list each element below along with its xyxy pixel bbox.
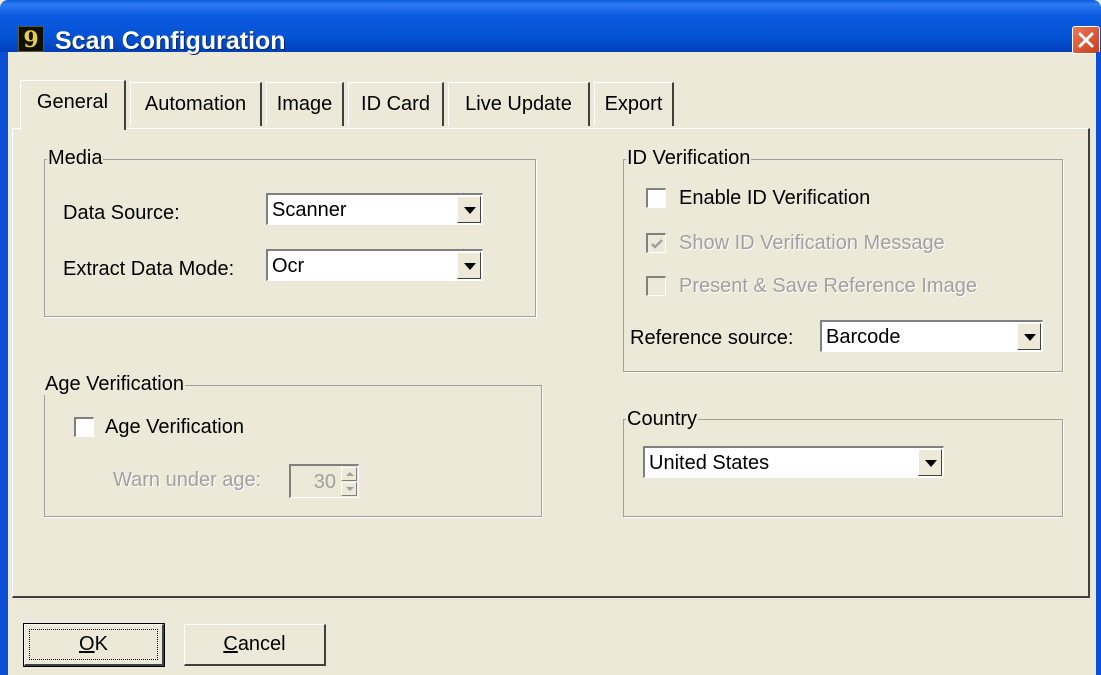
tab-id-card[interactable]: ID Card: [348, 82, 444, 126]
extract-data-mode-label: Extract Data Mode:: [63, 258, 235, 280]
enable-id-verification-checkbox[interactable]: [646, 188, 666, 208]
media-group: [44, 159, 536, 317]
title-bar[interactable]: 9 Scan Configuration: [0, 0, 1101, 55]
tab-general[interactable]: General: [20, 80, 126, 130]
checkmark-icon: [651, 239, 663, 249]
ok-button[interactable]: OK: [23, 623, 165, 667]
enable-id-verification-label: Enable ID Verification: [679, 187, 871, 209]
app-icon: 9: [18, 26, 44, 53]
extract-data-mode-value: Ocr: [272, 255, 305, 277]
country-value: United States: [649, 452, 770, 474]
reference-source-value: Barcode: [826, 326, 901, 348]
cancel-mnemonic: C: [223, 633, 238, 655]
spin-down-icon[interactable]: [341, 482, 357, 496]
tab-export[interactable]: Export: [594, 82, 674, 126]
window-title: Scan Configuration: [55, 27, 286, 55]
present-save-reference-image-checkbox[interactable]: [646, 276, 666, 296]
cancel-button[interactable]: Cancel: [184, 624, 326, 666]
reference-source-combo[interactable]: Barcode: [820, 320, 1043, 352]
spin-up-icon[interactable]: [341, 467, 357, 481]
extract-data-mode-combo[interactable]: Ocr: [266, 249, 483, 281]
close-icon: [1078, 32, 1094, 48]
age-verification-group-title: Age Verification: [44, 373, 185, 395]
dropdown-arrow-icon[interactable]: [1017, 323, 1041, 350]
warn-under-age-spinner[interactable]: 30: [289, 464, 359, 498]
window-frame-left: [0, 52, 8, 675]
data-source-label: Data Source:: [63, 202, 180, 224]
reference-source-label: Reference source:: [630, 327, 794, 349]
warn-under-age-label: Warn under age:: [113, 469, 262, 491]
close-button[interactable]: [1072, 26, 1100, 54]
present-save-reference-image-label: Present & Save Reference Image: [679, 275, 977, 297]
cancel-label-rest: ancel: [237, 633, 286, 655]
data-source-value: Scanner: [272, 199, 347, 221]
country-group-title: Country: [626, 408, 699, 430]
scan-configuration-window: 9 Scan Configuration General Automation …: [0, 0, 1101, 675]
country-combo[interactable]: United States: [643, 446, 944, 478]
age-verification-checkbox[interactable]: [74, 417, 94, 437]
data-source-combo[interactable]: Scanner: [266, 193, 483, 225]
media-group-title: Media: [47, 147, 104, 169]
dropdown-arrow-icon[interactable]: [918, 449, 942, 476]
dropdown-arrow-icon[interactable]: [457, 196, 481, 223]
show-id-verification-message-label: Show ID Verification Message: [679, 232, 945, 254]
tab-image[interactable]: Image: [266, 82, 344, 126]
warn-under-age-value: 30: [313, 471, 336, 493]
focus-rectangle: [29, 629, 158, 660]
show-id-verification-message-checkbox[interactable]: [646, 233, 666, 253]
age-verification-label: Age Verification: [105, 416, 244, 438]
tab-automation[interactable]: Automation: [130, 82, 262, 126]
id-verification-group-title: ID Verification: [626, 147, 752, 169]
tab-live-update[interactable]: Live Update: [448, 82, 590, 126]
dropdown-arrow-icon[interactable]: [457, 252, 481, 279]
window-frame-right: [1096, 52, 1101, 675]
general-tab-page: Media Data Source: Scanner Extract Data …: [12, 128, 1090, 598]
